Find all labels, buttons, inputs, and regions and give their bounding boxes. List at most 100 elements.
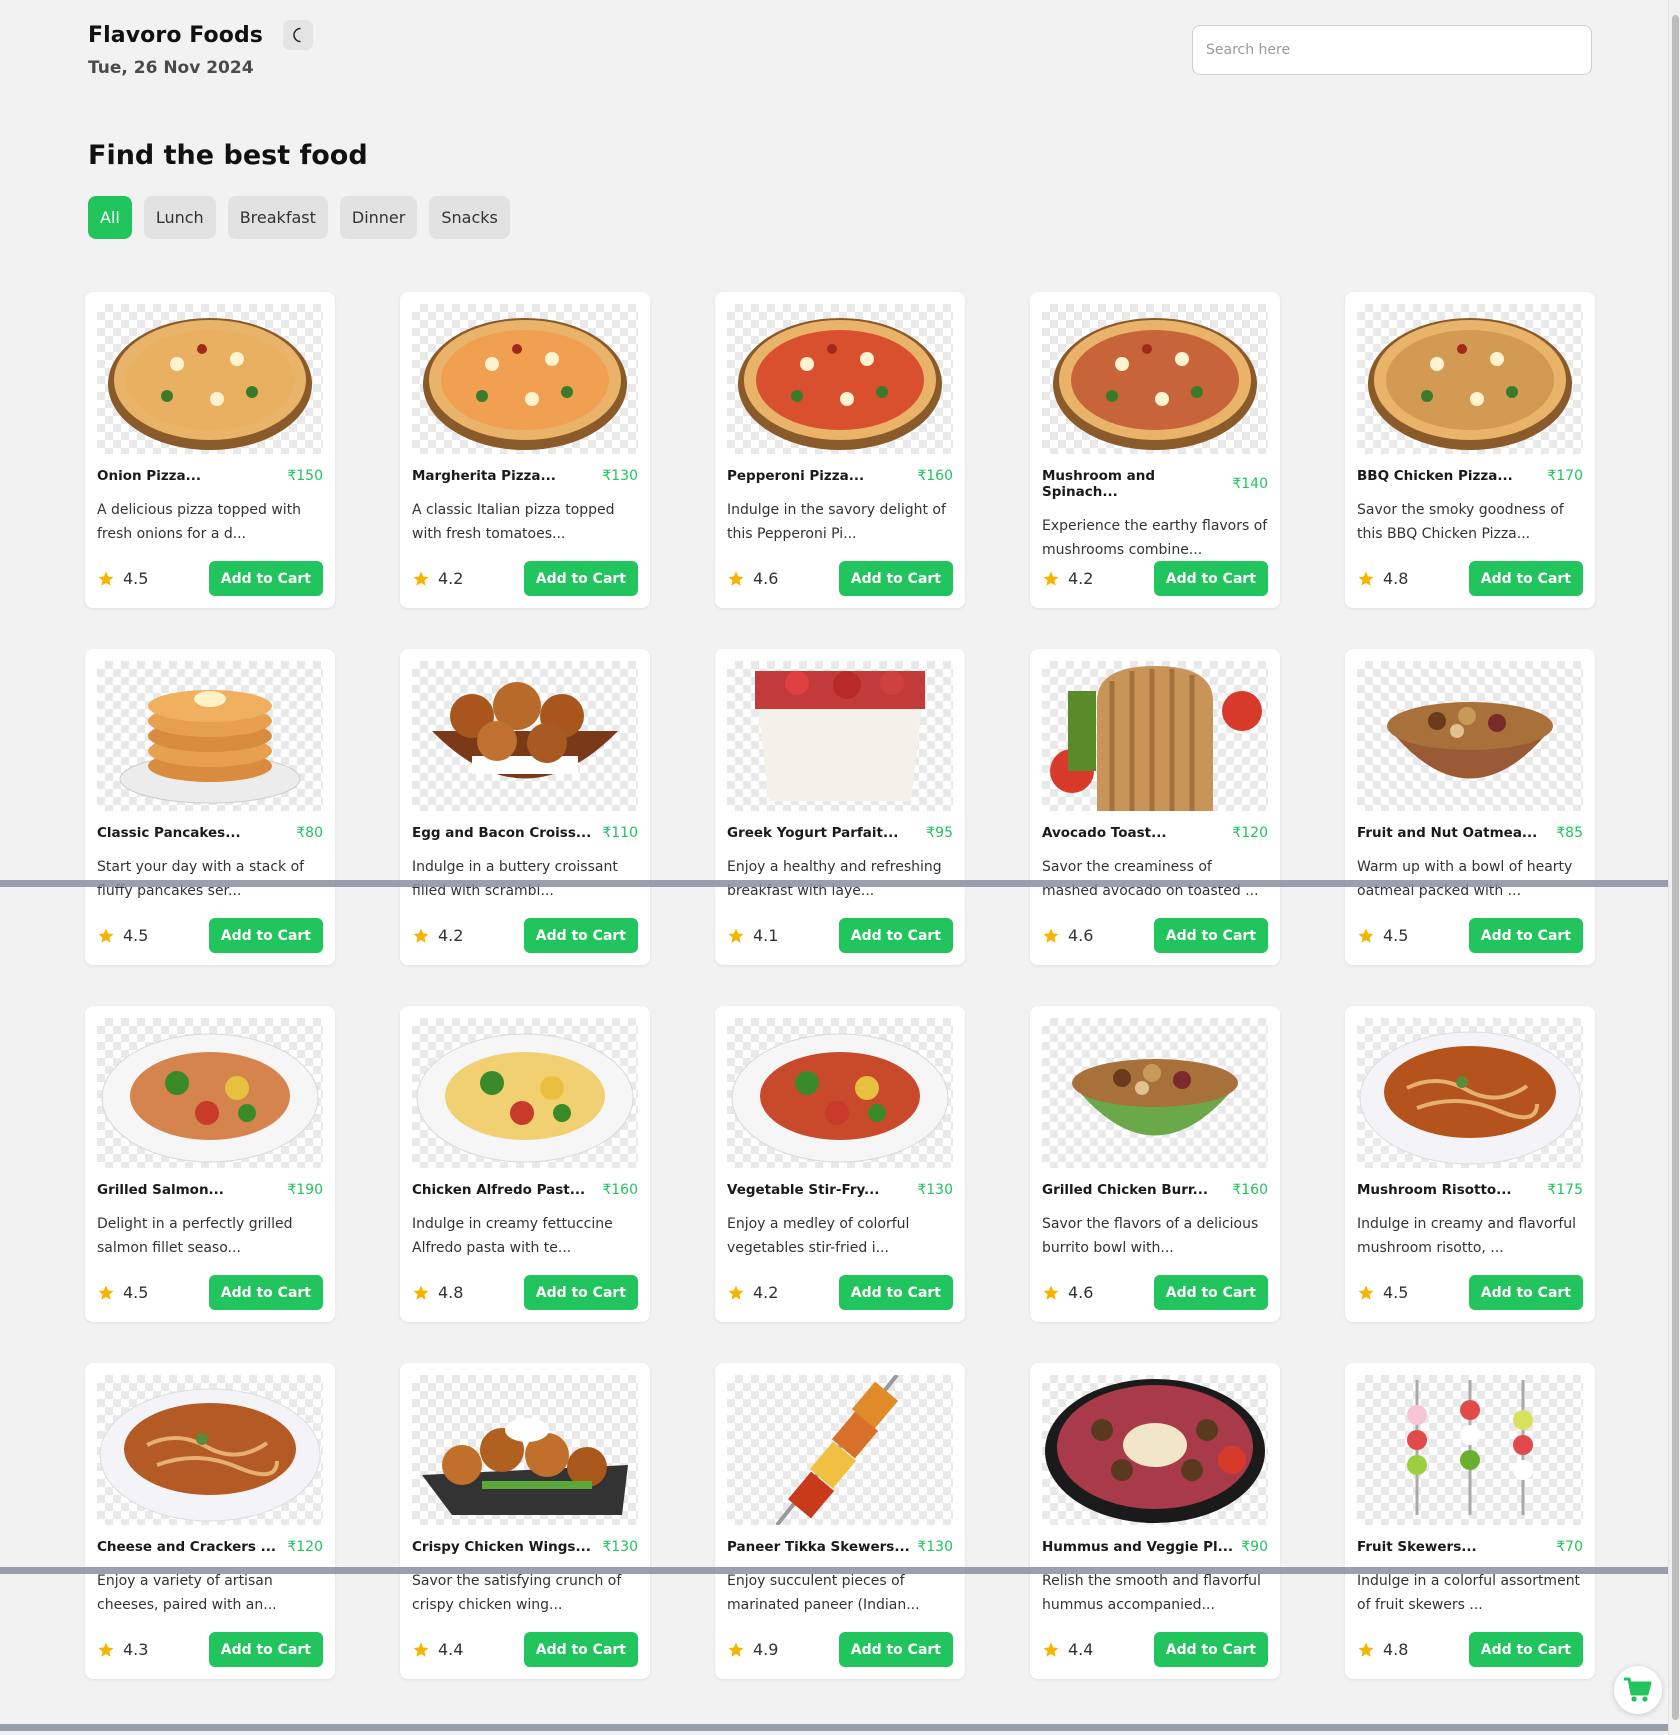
food-price: ₹85 — [1556, 825, 1583, 841]
floating-cart-button[interactable] — [1614, 1666, 1662, 1714]
rating-value: 4.8 — [1383, 1640, 1409, 1659]
add-to-cart-button[interactable]: Add to Cart — [838, 918, 953, 953]
add-to-cart-button[interactable]: Add to Cart — [208, 1632, 323, 1667]
category-tab-dinner[interactable]: Dinner — [339, 196, 418, 239]
food-name: Mushroom and Spinach... — [1042, 468, 1156, 500]
add-to-cart-button[interactable]: Add to Cart — [208, 561, 323, 596]
card-footer: 4.6 Add to Cart — [1042, 1275, 1268, 1310]
food-thumbnail — [1042, 661, 1268, 811]
page-title: Find the best food — [88, 140, 368, 171]
food-name: Cheese and Crackers ... — [97, 1539, 277, 1555]
add-to-cart-button[interactable]: Add to Cart — [1468, 1275, 1583, 1310]
add-to-cart-button[interactable]: Add to Cart — [523, 561, 638, 596]
add-to-cart-button[interactable]: Add to Cart — [208, 1275, 323, 1310]
card-footer: 4.9 Add to Cart — [727, 1632, 953, 1667]
rating: 4.5 — [97, 1283, 148, 1302]
food-description: A classic Italian pizza topped with fres… — [412, 502, 615, 542]
title-row: Cheese and Crackers ... ₹120 — [97, 1539, 323, 1555]
category-tab-all[interactable]: All — [88, 196, 132, 239]
food-price: ₹170 — [1547, 468, 1583, 484]
rating-value: 4.5 — [123, 569, 149, 588]
star-icon — [1358, 571, 1374, 586]
add-to-cart-button[interactable]: Add to Cart — [523, 918, 638, 953]
star-icon — [1043, 1642, 1059, 1657]
food-image — [1053, 318, 1257, 450]
food-description: Indulge in creamy fettuccine Alfredo pas… — [412, 1216, 613, 1256]
title-row: Paneer Tikka Skewers... ₹130 — [727, 1539, 953, 1555]
food-description: Indulge in the savory delight of this Pe… — [727, 502, 946, 542]
search-input[interactable] — [1192, 25, 1592, 75]
food-name: Greek Yogurt Parfait... — [727, 825, 899, 841]
add-to-cart-button[interactable]: Add to Cart — [838, 561, 953, 596]
star-icon — [1043, 928, 1059, 943]
food-image — [1359, 1031, 1581, 1165]
card-footer: 4.8 Add to Cart — [1357, 561, 1583, 596]
add-to-cart-button[interactable]: Add to Cart — [208, 918, 323, 953]
food-thumbnail — [1042, 1018, 1268, 1168]
food-thumbnail — [727, 661, 953, 811]
horizontal-scrollbar[interactable] — [0, 880, 1668, 887]
star-icon — [98, 1642, 114, 1657]
title-row: Mushroom Risotto... ₹175 — [1357, 1182, 1583, 1198]
food-price: ₹90 — [1241, 1539, 1268, 1555]
food-description: Enjoy a medley of colorful vegetables st… — [727, 1216, 910, 1256]
title-row: Margherita Pizza... ₹130 — [412, 468, 638, 484]
star-icon — [413, 1285, 429, 1300]
food-card: Classic Pancakes... ₹80 Start your day w… — [85, 649, 335, 965]
star-icon — [728, 1642, 744, 1657]
food-card: Mushroom Risotto... ₹175 Indulge in crea… — [1345, 1006, 1595, 1322]
theme-toggle-button[interactable] — [283, 20, 314, 50]
add-to-cart-button[interactable]: Add to Cart — [838, 1632, 953, 1667]
card-footer: 4.8 Add to Cart — [412, 1275, 638, 1310]
food-name: Onion Pizza... — [97, 468, 202, 484]
rating: 4.2 — [412, 569, 463, 588]
horizontal-scrollbar[interactable] — [0, 1724, 1668, 1731]
star-icon — [413, 571, 429, 586]
food-card: Grilled Salmon... ₹190 Delight in a perf… — [85, 1006, 335, 1322]
scrollbar-thumb[interactable] — [1672, 15, 1679, 1720]
rating-value: 4.6 — [1068, 1283, 1094, 1302]
page: Flavoro Foods Tue, 26 Nov 2024 Find the … — [0, 0, 1668, 1735]
title-row: Hummus and Veggie Pl... ₹90 — [1042, 1539, 1268, 1555]
rating: 4.2 — [1042, 569, 1093, 588]
category-tab-lunch[interactable]: Lunch — [143, 196, 216, 239]
food-description: Indulge in a buttery croissant filled wi… — [412, 859, 618, 899]
add-to-cart-button[interactable]: Add to Cart — [838, 1275, 953, 1310]
food-name: Pepperoni Pizza... — [727, 468, 865, 484]
star-icon — [1043, 1285, 1059, 1300]
category-tab-snacks[interactable]: Snacks — [429, 196, 510, 239]
title-row: Avocado Toast... ₹120 — [1042, 825, 1268, 841]
title-row: Grilled Chicken Burr... ₹160 — [1042, 1182, 1268, 1198]
food-card: Egg and Bacon Croiss... ₹110 Indulge in … — [400, 649, 650, 965]
add-to-cart-button[interactable]: Add to Cart — [1153, 918, 1268, 953]
food-thumbnail — [97, 1375, 323, 1525]
add-to-cart-button[interactable]: Add to Cart — [523, 1632, 638, 1667]
add-to-cart-button[interactable]: Add to Cart — [1468, 561, 1583, 596]
food-description: Experience the earthy flavors of mushroo… — [1042, 518, 1268, 558]
food-description: Savor the flavors of a delicious burrito… — [1042, 1216, 1259, 1256]
horizontal-scrollbar[interactable] — [0, 1567, 1668, 1574]
rating: 4.8 — [1357, 569, 1408, 588]
card-footer: 4.5 Add to Cart — [1357, 1275, 1583, 1310]
vertical-scrollbar[interactable] — [1668, 0, 1680, 1735]
food-card: Greek Yogurt Parfait... ₹95 Enjoy a heal… — [715, 649, 965, 965]
food-name: Crispy Chicken Wings... — [412, 1539, 591, 1555]
category-tab-breakfast[interactable]: Breakfast — [227, 196, 328, 239]
food-image — [99, 1388, 321, 1522]
food-card: Paneer Tikka Skewers... ₹130 Enjoy succu… — [715, 1363, 965, 1679]
add-to-cart-button[interactable]: Add to Cart — [1468, 918, 1583, 953]
title-row: BBQ Chicken Pizza... ₹170 — [1357, 468, 1583, 484]
card-footer: 4.3 Add to Cart — [97, 1632, 323, 1667]
food-price: ₹160 — [1232, 1182, 1268, 1198]
add-to-cart-button[interactable]: Add to Cart — [1468, 1632, 1583, 1667]
add-to-cart-button[interactable]: Add to Cart — [1153, 1275, 1268, 1310]
add-to-cart-button[interactable]: Add to Cart — [1153, 1632, 1268, 1667]
star-icon — [98, 571, 114, 586]
title-row: Fruit and Nut Oatmea... ₹85 — [1357, 825, 1583, 841]
food-price: ₹130 — [917, 1182, 953, 1198]
add-to-cart-button[interactable]: Add to Cart — [523, 1275, 638, 1310]
card-footer: 4.2 Add to Cart — [412, 918, 638, 953]
card-footer: 4.2 Add to Cart — [727, 1275, 953, 1310]
add-to-cart-button[interactable]: Add to Cart — [1153, 561, 1268, 596]
food-price: ₹175 — [1547, 1182, 1583, 1198]
